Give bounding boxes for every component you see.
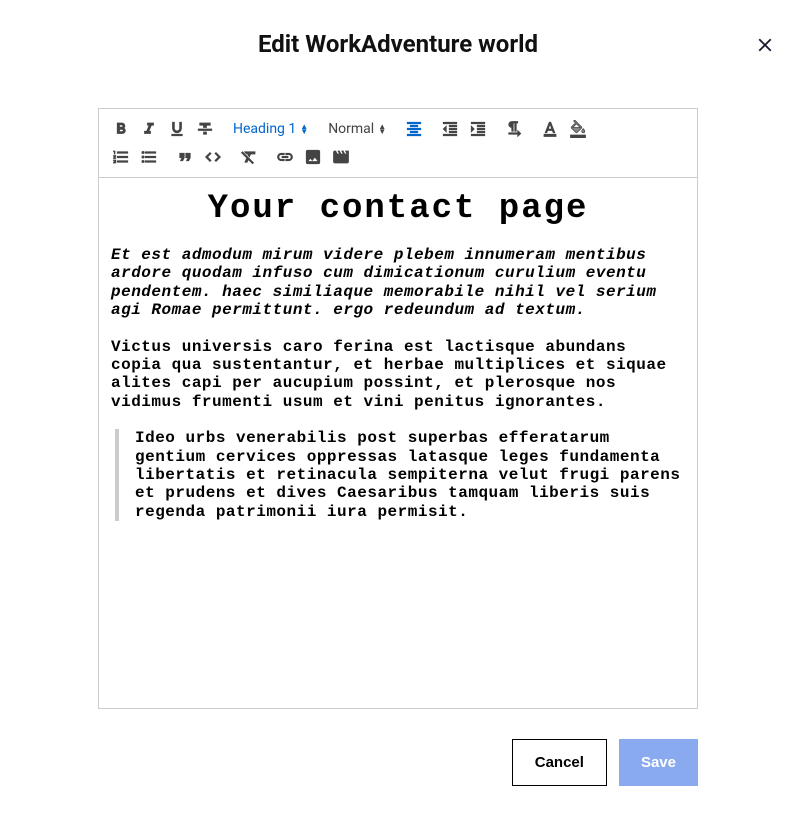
close-button[interactable] — [754, 30, 776, 63]
link-button[interactable] — [271, 145, 299, 169]
clear-format-icon — [240, 148, 258, 166]
video-icon — [332, 148, 350, 166]
underline-button[interactable] — [163, 117, 191, 141]
size-select[interactable]: Normal ▲▼ — [322, 117, 392, 141]
cancel-button[interactable]: Cancel — [512, 739, 607, 786]
modal-title: Edit WorkAdventure world — [258, 30, 538, 58]
blockquote-button[interactable] — [171, 145, 199, 169]
bold-button[interactable] — [107, 117, 135, 141]
unordered-list-button[interactable] — [135, 145, 163, 169]
editor-content[interactable]: Your contact page Et est admodum mirum v… — [99, 178, 697, 708]
editor-toolbar: Heading 1 ▲▼ Normal ▲▼ — [99, 109, 697, 178]
content-quote-text: Ideo urbs venerabilis post superbas effe… — [135, 429, 685, 521]
content-blockquote: Ideo urbs venerabilis post superbas effe… — [115, 429, 685, 521]
content-heading: Your contact page — [111, 190, 685, 228]
editor: Heading 1 ▲▼ Normal ▲▼ — [98, 108, 698, 709]
align-center-icon — [405, 120, 423, 138]
select-arrows-icon: ▲▼ — [300, 124, 308, 134]
outdent-icon — [441, 120, 459, 138]
indent-icon — [469, 120, 487, 138]
heading-select[interactable]: Heading 1 ▲▼ — [227, 117, 314, 141]
text-color-icon — [541, 120, 559, 138]
image-button[interactable] — [299, 145, 327, 169]
indent-button[interactable] — [464, 117, 492, 141]
ordered-list-button[interactable] — [107, 145, 135, 169]
text-direction-button[interactable] — [500, 117, 528, 141]
content-paragraph-2: Victus universis caro ferina est lactisq… — [111, 338, 685, 412]
video-button[interactable] — [327, 145, 355, 169]
blockquote-icon — [176, 148, 194, 166]
underline-icon — [168, 120, 186, 138]
bold-icon — [112, 120, 130, 138]
modal-header: Edit WorkAdventure world — [20, 30, 776, 58]
text-color-button[interactable] — [536, 117, 564, 141]
save-button[interactable]: Save — [619, 739, 698, 786]
background-color-button[interactable] — [564, 117, 592, 141]
outdent-button[interactable] — [436, 117, 464, 141]
link-icon — [276, 148, 294, 166]
text-direction-icon — [505, 120, 523, 138]
heading-select-label: Heading 1 — [233, 121, 296, 137]
align-button[interactable] — [400, 117, 428, 141]
italic-button[interactable] — [135, 117, 163, 141]
content-paragraph-1: Et est admodum mirum videre plebem innum… — [111, 246, 685, 320]
strikethrough-icon — [196, 120, 214, 138]
strikethrough-button[interactable] — [191, 117, 219, 141]
image-icon — [304, 148, 322, 166]
unordered-list-icon — [140, 148, 158, 166]
modal-footer: Cancel Save — [98, 739, 698, 786]
select-arrows-icon: ▲▼ — [378, 124, 386, 134]
ordered-list-icon — [112, 148, 130, 166]
close-icon — [754, 34, 776, 56]
code-block-button[interactable] — [199, 145, 227, 169]
italic-icon — [140, 120, 158, 138]
code-block-icon — [204, 148, 222, 166]
clear-format-button[interactable] — [235, 145, 263, 169]
background-color-icon — [569, 120, 587, 138]
size-select-label: Normal — [328, 121, 374, 137]
